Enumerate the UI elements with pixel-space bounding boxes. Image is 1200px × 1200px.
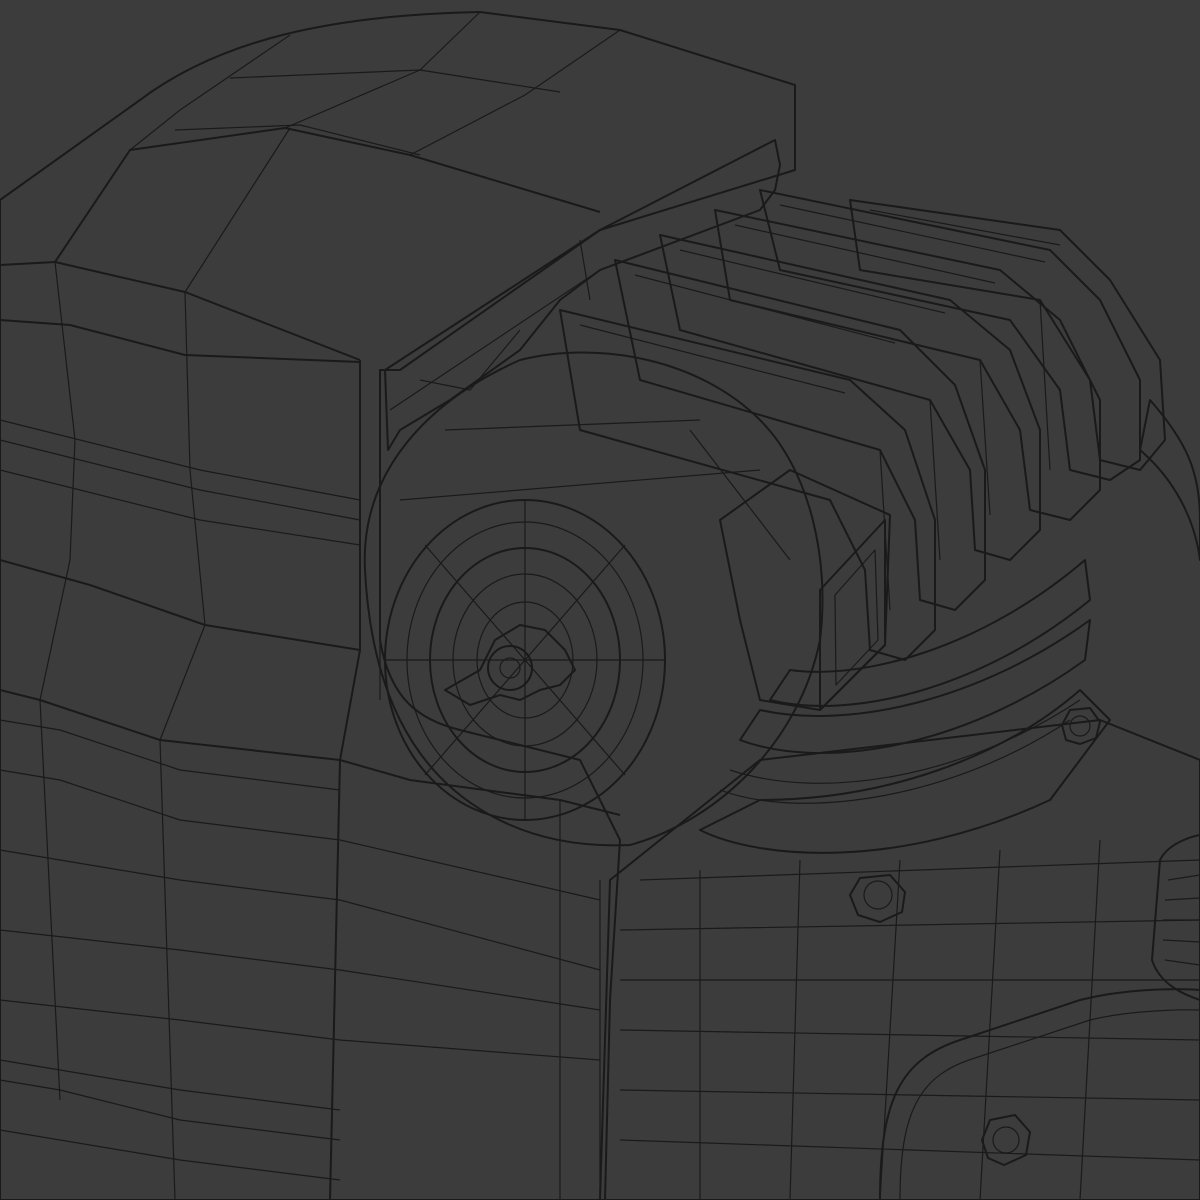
compressor-wireframe	[0, 0, 1200, 1200]
render-canvas	[0, 0, 1200, 1200]
